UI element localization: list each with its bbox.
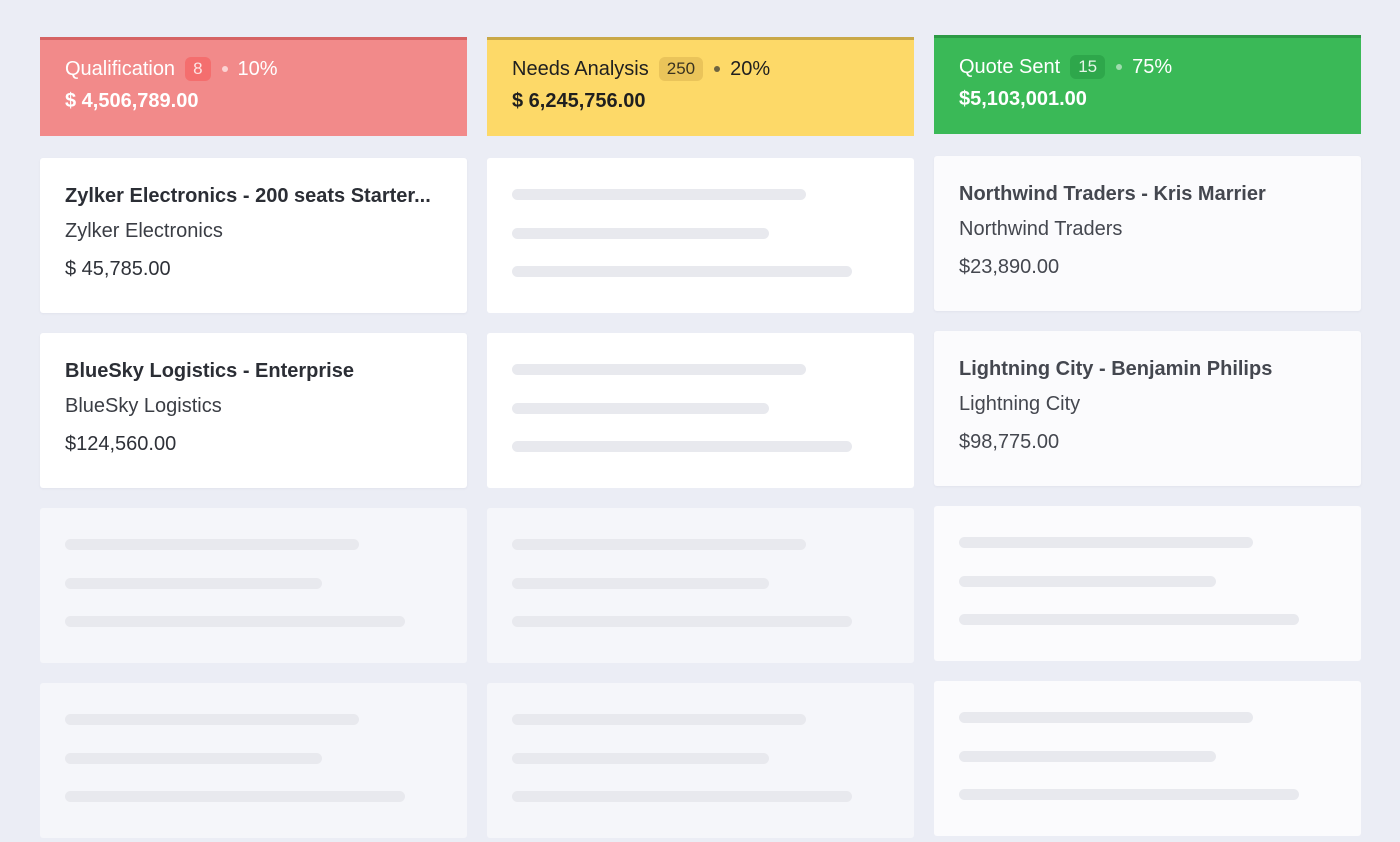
- skeleton-line: [512, 714, 806, 725]
- deal-count-badge: 250: [658, 57, 704, 81]
- skeleton-line: [959, 537, 1253, 548]
- stage-column-needs-analysis: Needs Analysis 250 20% $ 6,245,756.00: [487, 37, 914, 838]
- separator-dot: [1116, 64, 1123, 70]
- loading-placeholder-card: [487, 683, 914, 838]
- loading-placeholder-card: [934, 681, 1361, 836]
- stage-name: Needs Analysis: [512, 57, 649, 80]
- deal-title: Zylker Electronics - 200 seats Starter..…: [65, 185, 431, 207]
- separator-dot: [714, 66, 721, 72]
- deal-title: BlueSky Logistics - Enterprise: [65, 360, 354, 382]
- stage-column-quote-sent: Quote Sent 15 75% $5,103,001.00 Northwin…: [934, 35, 1361, 838]
- skeleton-line: [65, 791, 405, 802]
- skeleton-line: [959, 712, 1253, 723]
- skeleton-line: [959, 789, 1299, 800]
- deal-account: Zylker Electronics: [65, 220, 223, 242]
- loading-placeholder-card: [934, 506, 1361, 661]
- stage-probability: 20%: [730, 57, 771, 80]
- skeleton-line: [65, 578, 322, 589]
- deal-amount: $23,890.00: [959, 256, 1060, 278]
- skeleton-line: [512, 753, 769, 764]
- deal-account: BlueSky Logistics: [65, 395, 222, 417]
- stage-column-qualification: Qualification 8 10% $ 4,506,789.00 Zylke…: [40, 37, 467, 838]
- skeleton-line: [512, 266, 852, 277]
- deal-card[interactable]: Lightning City - Benjamin Philips Lightn…: [934, 331, 1361, 486]
- loading-placeholder-card: [487, 333, 914, 488]
- loading-placeholder-card: [40, 508, 467, 663]
- skeleton-line: [512, 364, 806, 375]
- skeleton-line: [65, 714, 359, 725]
- loading-placeholder-card: [40, 683, 467, 838]
- stage-probability: 10%: [237, 57, 278, 80]
- stage-total-amount: $5,103,001.00: [959, 88, 1087, 110]
- deal-account: Lightning City: [959, 393, 1081, 415]
- stage-header[interactable]: Qualification 8 10% $ 4,506,789.00: [40, 37, 467, 136]
- deal-amount: $124,560.00: [65, 433, 177, 455]
- deal-amount: $98,775.00: [959, 431, 1060, 453]
- deal-card[interactable]: BlueSky Logistics - Enterprise BlueSky L…: [40, 333, 467, 488]
- stage-total-amount: $ 6,245,756.00: [512, 90, 646, 112]
- skeleton-line: [959, 576, 1216, 587]
- stage-probability: 75%: [1132, 55, 1173, 78]
- deal-amount: $ 45,785.00: [65, 258, 171, 280]
- deal-count-badge: 15: [1070, 55, 1106, 79]
- skeleton-line: [512, 403, 769, 414]
- skeleton-line: [512, 189, 806, 200]
- stage-name: Quote Sent: [959, 55, 1061, 78]
- deal-account: Northwind Traders: [959, 218, 1123, 240]
- skeleton-line: [512, 578, 769, 589]
- deal-title: Lightning City - Benjamin Philips: [959, 358, 1273, 380]
- stage-name: Qualification: [65, 57, 176, 80]
- stage-header[interactable]: Needs Analysis 250 20% $ 6,245,756.00: [487, 37, 914, 136]
- separator-dot: [221, 66, 228, 72]
- skeleton-line: [512, 791, 852, 802]
- skeleton-line: [512, 441, 852, 452]
- skeleton-line: [959, 751, 1216, 762]
- deal-card[interactable]: Northwind Traders - Kris Marrier Northwi…: [934, 156, 1361, 311]
- skeleton-line: [512, 539, 806, 550]
- skeleton-line: [512, 616, 852, 627]
- deal-title: Northwind Traders - Kris Marrier: [959, 183, 1266, 205]
- deal-card[interactable]: Zylker Electronics - 200 seats Starter..…: [40, 158, 467, 313]
- skeleton-line: [65, 753, 322, 764]
- skeleton-line: [959, 614, 1299, 625]
- loading-placeholder-card: [487, 508, 914, 663]
- skeleton-line: [65, 539, 359, 550]
- pipeline-board: Qualification 8 10% $ 4,506,789.00 Zylke…: [40, 35, 1361, 838]
- skeleton-line: [65, 616, 405, 627]
- deal-count-badge: 8: [185, 57, 211, 81]
- skeleton-line: [512, 228, 769, 239]
- stage-header[interactable]: Quote Sent 15 75% $5,103,001.00: [934, 35, 1361, 134]
- stage-total-amount: $ 4,506,789.00: [65, 90, 199, 112]
- loading-placeholder-card: [487, 158, 914, 313]
